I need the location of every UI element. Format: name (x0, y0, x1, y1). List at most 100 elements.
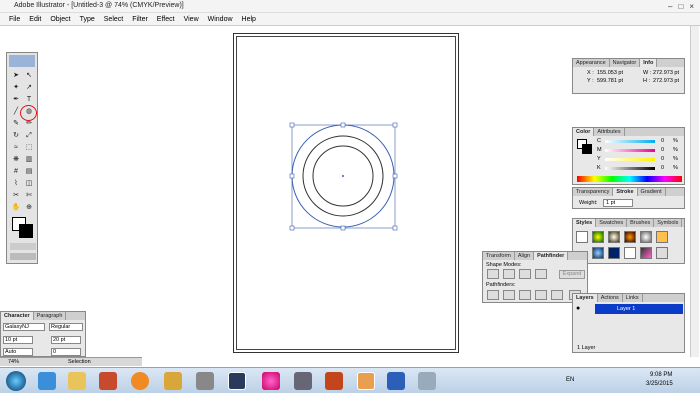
illustrator-task-icon[interactable] (357, 372, 375, 390)
tab-layers[interactable]: Layers (573, 294, 598, 302)
style-swatch[interactable] (640, 247, 652, 259)
style-swatch[interactable] (656, 231, 668, 243)
tab-styles[interactable]: Styles (573, 219, 597, 227)
clock-time[interactable]: 9:08 PM (650, 372, 672, 378)
zoom-level[interactable]: 74% (8, 359, 19, 365)
style-swatch[interactable] (576, 231, 588, 243)
vertical-scrollbar[interactable] (690, 26, 699, 357)
tab-gradient[interactable]: Gradient (638, 188, 666, 196)
status-mode[interactable]: Selection (68, 359, 91, 365)
pen-tool-icon[interactable]: ✒ (11, 95, 21, 105)
mesh-tool-icon[interactable]: # (11, 167, 21, 177)
menu-window[interactable]: Window (208, 16, 233, 23)
gradient-tool-icon[interactable]: ▤ (24, 167, 34, 177)
flower-app-icon[interactable] (262, 372, 280, 390)
subtract-shape-button[interactable] (503, 269, 515, 279)
menu-edit[interactable]: Edit (29, 16, 41, 23)
c-value[interactable]: 0 (661, 138, 664, 144)
minimize-icon[interactable]: – (668, 2, 672, 11)
tab-appearance[interactable]: Appearance (573, 59, 610, 67)
y-slider[interactable] (605, 158, 655, 161)
intersect-shape-button[interactable] (519, 269, 531, 279)
trim-button[interactable] (503, 290, 515, 300)
eyedropper-icon[interactable]: ⌇ (11, 179, 21, 189)
tab-transparency[interactable]: Transparency (573, 188, 614, 196)
direct-selection-tool-icon[interactable]: ↖ (24, 71, 34, 81)
circle-artwork[interactable] (288, 122, 400, 232)
clock-date[interactable]: 3/25/2015 (646, 381, 673, 387)
maximize-icon[interactable]: □ (678, 2, 683, 11)
add-shape-button[interactable] (487, 269, 499, 279)
divide-button[interactable] (487, 290, 499, 300)
menu-help[interactable]: Help (242, 16, 256, 23)
tab-align[interactable]: Align (515, 252, 535, 260)
warp-tool-icon[interactable]: ≈ (11, 143, 21, 153)
menu-object[interactable]: Object (50, 16, 70, 23)
outline-button[interactable] (551, 290, 563, 300)
layer-row[interactable]: Layer 1 (595, 304, 683, 314)
blend-tool-icon[interactable]: ◫ (24, 179, 34, 189)
tab-links[interactable]: Links (623, 294, 643, 302)
style-swatch[interactable] (640, 231, 652, 243)
style-swatch[interactable] (624, 231, 636, 243)
leading-input[interactable]: 20 pt (51, 336, 81, 344)
kerning-input[interactable]: Auto (3, 348, 33, 356)
tab-paragraph[interactable]: Paragraph (34, 312, 67, 320)
slice-tool-icon[interactable]: ✂ (11, 191, 21, 201)
media-player-icon[interactable] (99, 372, 117, 390)
scissors-icon[interactable]: ✄ (24, 191, 34, 201)
screen-mode-buttons[interactable] (10, 253, 36, 260)
weight-input[interactable]: 1 pt (603, 199, 633, 207)
lasso-icon[interactable]: ↗ (24, 83, 34, 93)
hand-tool-icon[interactable]: ✋ (11, 203, 21, 213)
close-icon[interactable]: × (689, 2, 694, 11)
menu-file[interactable]: File (9, 16, 20, 23)
style-swatch[interactable] (608, 247, 620, 259)
symbol-sprayer-icon[interactable]: ❋ (11, 155, 21, 165)
tab-color[interactable]: Color (573, 128, 595, 136)
menu-type[interactable]: Type (80, 16, 95, 23)
y-channel-value[interactable]: 0 (661, 156, 664, 162)
printer-icon[interactable] (294, 372, 312, 390)
tab-character[interactable]: Character (1, 312, 34, 320)
style-swatch[interactable] (656, 247, 668, 259)
firefox-icon[interactable] (131, 372, 149, 390)
tab-brushes[interactable]: Brushes (627, 219, 655, 227)
menu-view[interactable]: View (184, 16, 199, 23)
folder-icon[interactable] (68, 372, 86, 390)
font-size-input[interactable]: 10 pt (3, 336, 33, 344)
tab-attributes[interactable]: Attributes (594, 128, 625, 136)
free-transform-icon[interactable]: ⬚ (24, 143, 34, 153)
search-app-icon[interactable] (164, 372, 182, 390)
start-button[interactable] (6, 371, 26, 391)
c-slider[interactable] (605, 140, 655, 143)
menu-filter[interactable]: Filter (132, 16, 148, 23)
font-select[interactable]: GalaxyNJ (3, 323, 45, 331)
color-stroke-swatch[interactable] (582, 144, 592, 154)
rotate-tool-icon[interactable]: ↻ (11, 131, 21, 141)
browser-icon[interactable] (196, 372, 214, 390)
m-value[interactable]: 0 (661, 147, 664, 153)
k-value[interactable]: 0 (661, 165, 664, 171)
stroke-swatch[interactable] (19, 224, 33, 238)
style-swatch[interactable] (624, 247, 636, 259)
exclude-shape-button[interactable] (535, 269, 547, 279)
merge-button[interactable] (519, 290, 531, 300)
style-select[interactable]: Regular (49, 323, 83, 331)
eye-icon[interactable]: ● (576, 305, 580, 312)
style-swatch[interactable] (608, 231, 620, 243)
flash-icon[interactable] (325, 372, 343, 390)
graph-tool-icon[interactable]: ▥ (24, 155, 34, 165)
style-swatch[interactable] (592, 231, 604, 243)
tab-stroke[interactable]: Stroke (613, 188, 638, 196)
menu-effect[interactable]: Effect (157, 16, 175, 23)
color-mode-buttons[interactable] (10, 243, 36, 250)
ie-icon[interactable] (38, 372, 56, 390)
k-slider[interactable] (605, 167, 655, 170)
tab-symbols[interactable]: Symbols (654, 219, 683, 227)
expand-button[interactable]: Expand (559, 270, 585, 279)
m-slider[interactable] (605, 149, 655, 152)
selection-tool-icon[interactable]: ➤ (11, 71, 21, 81)
tab-actions[interactable]: Actions (598, 294, 623, 302)
brush-tool-icon[interactable]: ✎ (11, 119, 21, 129)
